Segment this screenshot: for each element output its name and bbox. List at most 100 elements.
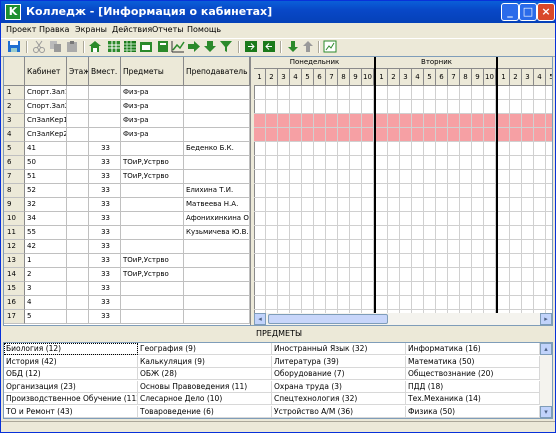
schedule-cell[interactable] bbox=[534, 198, 546, 212]
schedule-cell[interactable] bbox=[412, 240, 424, 254]
schedule-cell[interactable] bbox=[436, 268, 448, 282]
schedule-cell[interactable] bbox=[362, 114, 374, 128]
cell-subjects[interactable] bbox=[121, 142, 184, 156]
cell-teacher[interactable] bbox=[184, 100, 250, 114]
schedule-cell[interactable] bbox=[498, 254, 510, 268]
schedule-cell[interactable] bbox=[510, 268, 522, 282]
schedule-cell[interactable] bbox=[350, 212, 362, 226]
schedule-cell[interactable] bbox=[510, 100, 522, 114]
schedule-cell[interactable] bbox=[388, 156, 400, 170]
schedule-cell[interactable] bbox=[534, 226, 546, 240]
schedule-cell[interactable] bbox=[266, 184, 278, 198]
schedule-cell[interactable] bbox=[460, 268, 472, 282]
schedule-cell[interactable] bbox=[314, 240, 326, 254]
cell-teacher[interactable] bbox=[184, 282, 250, 296]
table-row[interactable]: 4 СпЗалКер2 Физ-ра bbox=[4, 128, 250, 142]
schedule-cell[interactable] bbox=[460, 296, 472, 310]
schedule-cell[interactable] bbox=[290, 128, 302, 142]
schedule-cell[interactable] bbox=[400, 254, 412, 268]
schedule-cell[interactable] bbox=[388, 212, 400, 226]
subject-item[interactable]: Тех.Механика (14) bbox=[406, 393, 540, 405]
schedule-cell[interactable] bbox=[546, 100, 552, 114]
schedule-cell[interactable] bbox=[510, 282, 522, 296]
schedule-cell[interactable] bbox=[278, 268, 290, 282]
schedule-cell[interactable] bbox=[388, 170, 400, 184]
schedule-cell[interactable] bbox=[326, 184, 338, 198]
schedule-cell[interactable] bbox=[484, 86, 496, 100]
schedule-cell[interactable] bbox=[314, 170, 326, 184]
schedule-cell[interactable] bbox=[338, 128, 350, 142]
schedule-cell[interactable] bbox=[278, 86, 290, 100]
schedule-cell[interactable] bbox=[510, 240, 522, 254]
schedule-cell[interactable] bbox=[510, 296, 522, 310]
schedule-cell[interactable] bbox=[278, 184, 290, 198]
cell-teacher[interactable] bbox=[184, 156, 250, 170]
schedule-cell[interactable] bbox=[302, 254, 314, 268]
schedule-cell[interactable] bbox=[448, 198, 460, 212]
schedule-cell[interactable] bbox=[266, 296, 278, 310]
schedule-cell[interactable] bbox=[436, 142, 448, 156]
schedule-cell[interactable] bbox=[266, 226, 278, 240]
cell-floor[interactable] bbox=[67, 226, 89, 240]
schedule-cell[interactable] bbox=[546, 86, 552, 100]
schedule-cell[interactable] bbox=[302, 198, 314, 212]
schedule-cell[interactable] bbox=[278, 156, 290, 170]
schedule-cell[interactable] bbox=[376, 184, 388, 198]
table-row[interactable]: 3 СпЗалКер1 Физ-ра bbox=[4, 114, 250, 128]
subject-item[interactable]: Обществознание (20) bbox=[406, 368, 540, 380]
schedule-cell[interactable] bbox=[522, 170, 534, 184]
menu-screens[interactable]: Экраны bbox=[75, 25, 107, 34]
schedule-cell[interactable] bbox=[266, 212, 278, 226]
schedule-cell[interactable] bbox=[436, 212, 448, 226]
schedule-cell[interactable] bbox=[412, 170, 424, 184]
schedule-cell[interactable] bbox=[436, 128, 448, 142]
schedule-cell[interactable] bbox=[472, 128, 484, 142]
cell-cabinet[interactable]: 52 bbox=[25, 184, 67, 198]
schedule-cell[interactable] bbox=[350, 128, 362, 142]
subject-item[interactable]: Товароведение (6) bbox=[138, 405, 272, 418]
arrow-down-green-icon[interactable] bbox=[286, 40, 300, 53]
schedule-cell[interactable] bbox=[376, 240, 388, 254]
subject-item[interactable]: ТО и Ремонт (43) bbox=[4, 405, 138, 418]
cell-floor[interactable] bbox=[67, 100, 89, 114]
schedule-cell[interactable] bbox=[534, 86, 546, 100]
schedule-cell[interactable] bbox=[338, 296, 350, 310]
schedule-cell[interactable] bbox=[376, 198, 388, 212]
table-row[interactable]: 7 51 33 ТОиР,Устрво bbox=[4, 170, 250, 184]
schedule-cell[interactable] bbox=[448, 282, 460, 296]
schedule-cell[interactable] bbox=[254, 114, 266, 128]
schedule-cell[interactable] bbox=[534, 184, 546, 198]
schedule-cell[interactable] bbox=[376, 282, 388, 296]
arrow-down-icon[interactable] bbox=[203, 40, 217, 53]
schedule-cell[interactable] bbox=[510, 198, 522, 212]
table-row[interactable]: 17 5 33 bbox=[4, 310, 250, 324]
cell-floor[interactable] bbox=[67, 114, 89, 128]
schedule-cell[interactable] bbox=[302, 86, 314, 100]
cell-cabinet[interactable]: 4 bbox=[25, 296, 67, 310]
schedule-cell[interactable] bbox=[350, 240, 362, 254]
cell-cabinet[interactable]: 32 bbox=[25, 198, 67, 212]
schedule-cell[interactable] bbox=[338, 100, 350, 114]
cell-subjects[interactable] bbox=[121, 184, 184, 198]
schedule-cell[interactable] bbox=[400, 156, 412, 170]
schedule-cell[interactable] bbox=[412, 142, 424, 156]
schedule-cell[interactable] bbox=[522, 268, 534, 282]
schedule-cell[interactable] bbox=[546, 282, 552, 296]
schedule-cell[interactable] bbox=[266, 86, 278, 100]
cell-subjects[interactable] bbox=[121, 212, 184, 226]
schedule-cell[interactable] bbox=[460, 282, 472, 296]
schedule-cell[interactable] bbox=[338, 268, 350, 282]
schedule-cell[interactable] bbox=[302, 156, 314, 170]
schedule-cell[interactable] bbox=[472, 296, 484, 310]
schedule-cell[interactable] bbox=[338, 114, 350, 128]
schedule-cell[interactable] bbox=[546, 254, 552, 268]
schedule-cell[interactable] bbox=[254, 128, 266, 142]
schedule-cell[interactable] bbox=[498, 128, 510, 142]
schedule-cell[interactable] bbox=[290, 296, 302, 310]
schedule-cell[interactable] bbox=[436, 170, 448, 184]
schedule-cell[interactable] bbox=[388, 198, 400, 212]
arrow-up-green-icon[interactable] bbox=[301, 40, 315, 53]
schedule-cell[interactable] bbox=[314, 86, 326, 100]
cell-teacher[interactable]: Афонихинкина О. bbox=[184, 212, 250, 226]
schedule-cell[interactable] bbox=[326, 254, 338, 268]
